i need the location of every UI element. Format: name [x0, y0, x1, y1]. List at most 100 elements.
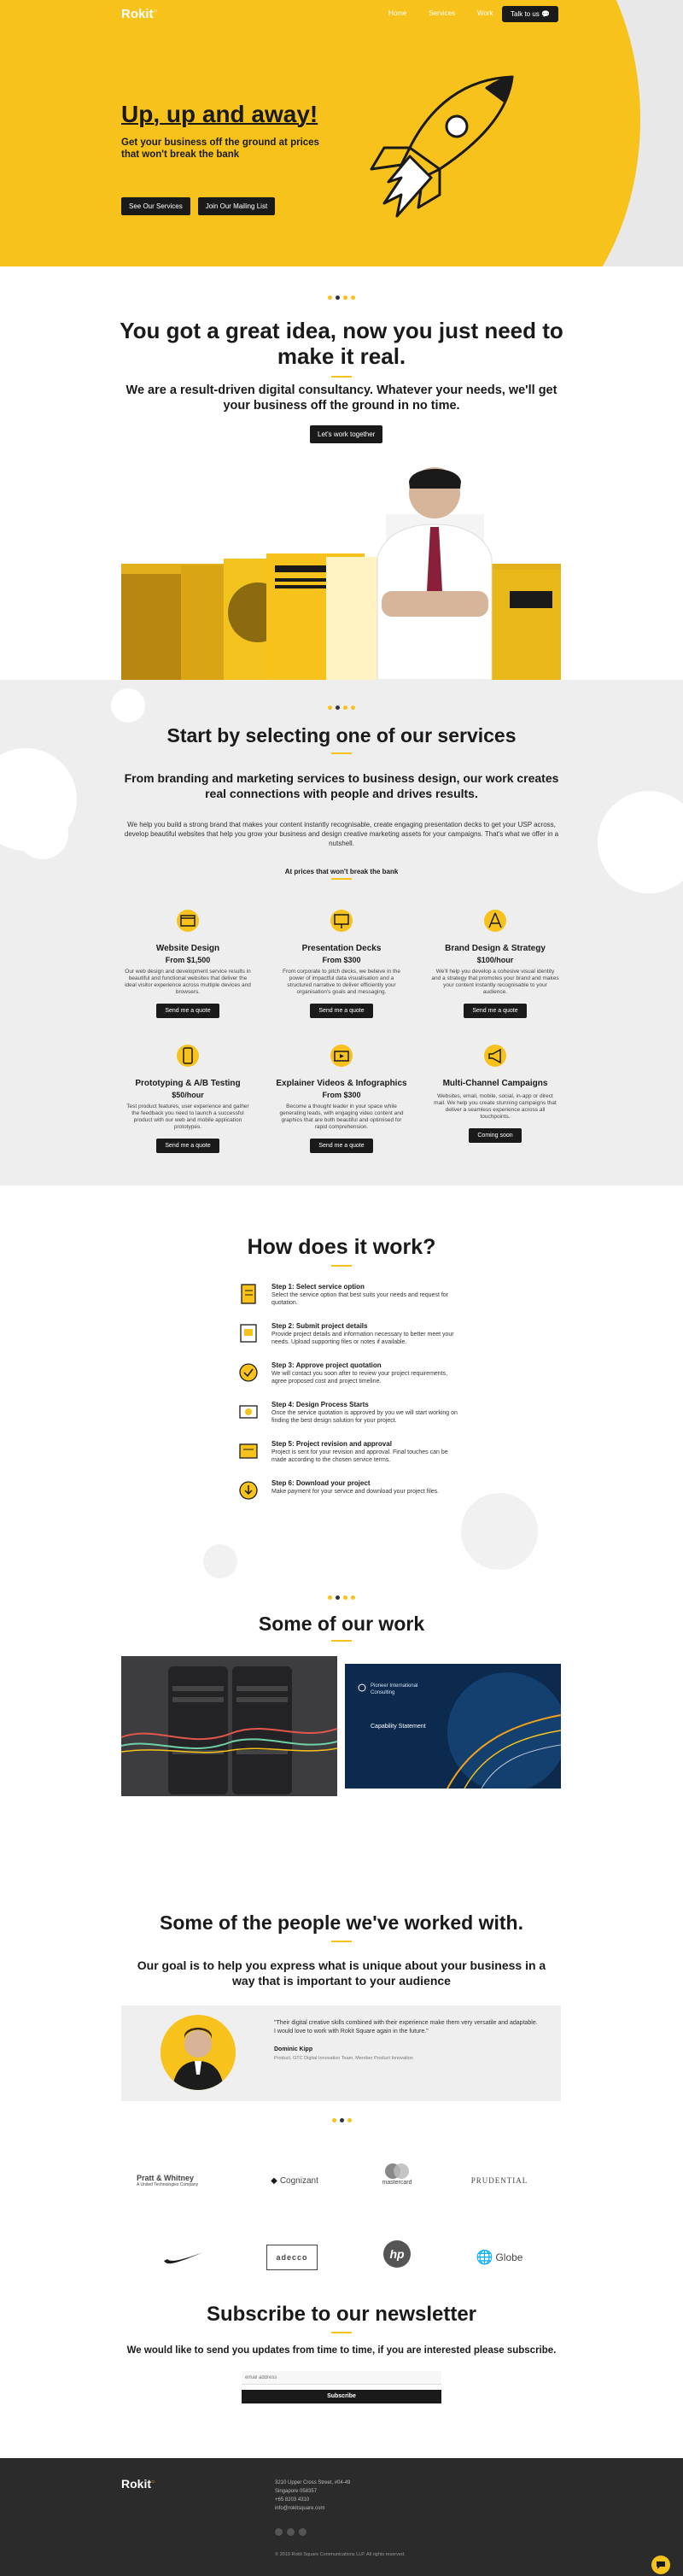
chat-widget-button[interactable] — [651, 2556, 670, 2574]
talk-to-us-button[interactable]: Talk to us 💬 — [502, 6, 558, 22]
step-text: Select the service option that best suit… — [271, 1292, 449, 1306]
services-description: We help you build a strong brand that ma… — [124, 821, 559, 847]
mastercard-icon — [385, 2163, 409, 2179]
send-quote-button[interactable]: Send me a quote — [310, 1139, 373, 1153]
footer-logo[interactable]: Rokit○ — [121, 2477, 155, 2491]
app-mockup-illustration — [121, 1666, 337, 1794]
intro-section: You got a great idea, now you just need … — [0, 266, 683, 680]
people-lead: Our goal is to help you express what is … — [137, 1958, 546, 1988]
dot — [336, 1595, 340, 1600]
prototype-icon — [177, 1045, 199, 1067]
chat-icon: 💬 — [541, 10, 550, 18]
video-icon — [330, 1045, 353, 1067]
dot — [351, 296, 355, 300]
nav-links: Home Services Work — [388, 9, 493, 17]
website-icon — [177, 910, 199, 932]
hp-glyph: hp — [389, 2247, 405, 2261]
social-links — [275, 2528, 306, 2536]
client-logo-mastercard: mastercard — [350, 2161, 444, 2187]
copyright: © 2019 Rokit Square Communications LLP. … — [275, 2552, 406, 2557]
document-icon — [240, 1324, 257, 1343]
hero-subtitle: Get your business off the ground at pric… — [121, 138, 319, 160]
service-card-video: Explainer Videos & Infographics From $30… — [269, 1044, 414, 1153]
linkedin-icon[interactable] — [287, 2528, 295, 2536]
work-section: Some of our work Pioneer International C… — [0, 1595, 683, 1912]
hero-section: Rokit○ Home Services Work Talk to us 💬 U… — [0, 0, 683, 266]
send-quote-button[interactable]: Send me a quote — [310, 1004, 373, 1018]
newsletter-lead: We would like to send you updates from t… — [126, 2345, 557, 2356]
globe-icon: 🌐 — [476, 2251, 493, 2265]
send-quote-button[interactable]: Send me a quote — [464, 1004, 527, 1018]
address-line: Singapore 058357 — [275, 2489, 318, 2494]
client-logo-globe: 🌐 Globe — [452, 2245, 546, 2270]
people-title: Some of the people we've worked with. — [160, 1912, 523, 1934]
section-dots — [0, 296, 683, 300]
dot — [347, 2118, 352, 2122]
client-name: mastercard — [382, 2179, 412, 2186]
brand-name: Rokit — [121, 2477, 151, 2491]
step-title: Step 6: Download your project — [271, 1479, 371, 1487]
client-logo-pratt-whitney: Pratt & Whitney A United Technologies Co… — [137, 2168, 231, 2193]
step-text: Make payment for your service and downlo… — [271, 1489, 440, 1495]
hp-icon: hp — [383, 2240, 411, 2268]
dot — [351, 1595, 355, 1600]
coming-soon-button[interactable]: Coming soon — [469, 1128, 522, 1143]
step-text: We will contact you soon after to review… — [271, 1371, 448, 1385]
join-mailing-list-button[interactable]: Join Our Mailing List — [197, 197, 276, 215]
approve-icon — [239, 1363, 258, 1382]
service-name: Brand Design & Strategy — [445, 944, 546, 953]
brand-icon — [484, 910, 506, 932]
chat-icon — [657, 2561, 665, 2569]
email-link[interactable]: info@rokitsquare.com — [275, 2504, 350, 2513]
title-underline — [331, 1640, 352, 1642]
title-underline — [331, 752, 352, 754]
newsletter-section: Subscribe to our newsletter We would lik… — [0, 2296, 683, 2458]
testimonial-role: Product, GTC Digital Innovation Team, Me… — [274, 2056, 413, 2061]
service-price: From $1,500 — [165, 956, 211, 964]
brand-logo[interactable]: Rokit○ — [121, 7, 157, 21]
send-quote-button[interactable]: Send me a quote — [156, 1139, 219, 1153]
work-card-capability[interactable]: Pioneer International Consulting Capabil… — [345, 1664, 561, 1789]
nav-link-home[interactable]: Home — [388, 9, 406, 17]
instagram-icon[interactable] — [299, 2528, 306, 2536]
service-desc: We'll help you develop a cohesive visual… — [431, 969, 559, 995]
nav-link-work[interactable]: Work — [477, 9, 493, 17]
client-sub: A United Technologies Company — [137, 2182, 199, 2187]
newsletter-title: Subscribe to our newsletter — [206, 2303, 477, 2326]
client-name: Globe — [495, 2251, 523, 2263]
see-services-button[interactable]: See Our Services — [121, 197, 190, 215]
dot — [331, 2118, 336, 2122]
work-title: Some of our work — [258, 1613, 425, 1635]
dot — [339, 2118, 344, 2122]
step-title: Step 4: Design Process Starts — [271, 1401, 369, 1408]
avatar — [161, 2015, 236, 2090]
phone[interactable]: +65 8203 4310 — [275, 2496, 350, 2504]
client-name: Cognizant — [279, 2175, 318, 2186]
dot — [343, 1595, 347, 1600]
dot — [343, 705, 347, 710]
testimonial-card: "Their digital creative skills combined … — [121, 2005, 561, 2101]
talk-to-us-label: Talk to us — [511, 10, 540, 18]
service-desc: From corporate to pitch decks, we believ… — [282, 969, 400, 995]
presentation-icon — [330, 910, 353, 932]
people-section: Some of the people we've worked with. Ou… — [0, 1912, 683, 2159]
service-desc: Our web design and development service r… — [125, 969, 251, 995]
email-field[interactable] — [242, 2371, 441, 2385]
work-together-button[interactable]: Let's work together — [310, 425, 383, 443]
nav-link-services[interactable]: Services — [429, 9, 455, 17]
subscribe-button[interactable]: Subscribe — [242, 2390, 441, 2403]
footer: Rokit○ 3210 Upper Cross Street, #04-49 S… — [0, 2458, 683, 2576]
how-title: How does it work? — [247, 1235, 436, 1259]
logo-mark: ○ — [151, 2479, 155, 2485]
price-line: At prices that won't break the bank — [284, 868, 399, 875]
page: Rokit○ Home Services Work Talk to us 💬 U… — [0, 0, 683, 2576]
decor-circle — [598, 791, 683, 893]
work-card-app[interactable] — [121, 1656, 337, 1796]
decor-circle — [203, 1544, 237, 1578]
service-name: Multi-Channel Campaigns — [442, 1079, 548, 1088]
checklist-icon — [241, 1284, 256, 1304]
service-card-brand: Brand Design & Strategy $100/hour We'll … — [423, 909, 568, 1018]
facebook-icon[interactable] — [275, 2528, 283, 2536]
service-desc: Become a thought leader in your space wh… — [279, 1104, 404, 1130]
send-quote-button[interactable]: Send me a quote — [156, 1004, 219, 1018]
